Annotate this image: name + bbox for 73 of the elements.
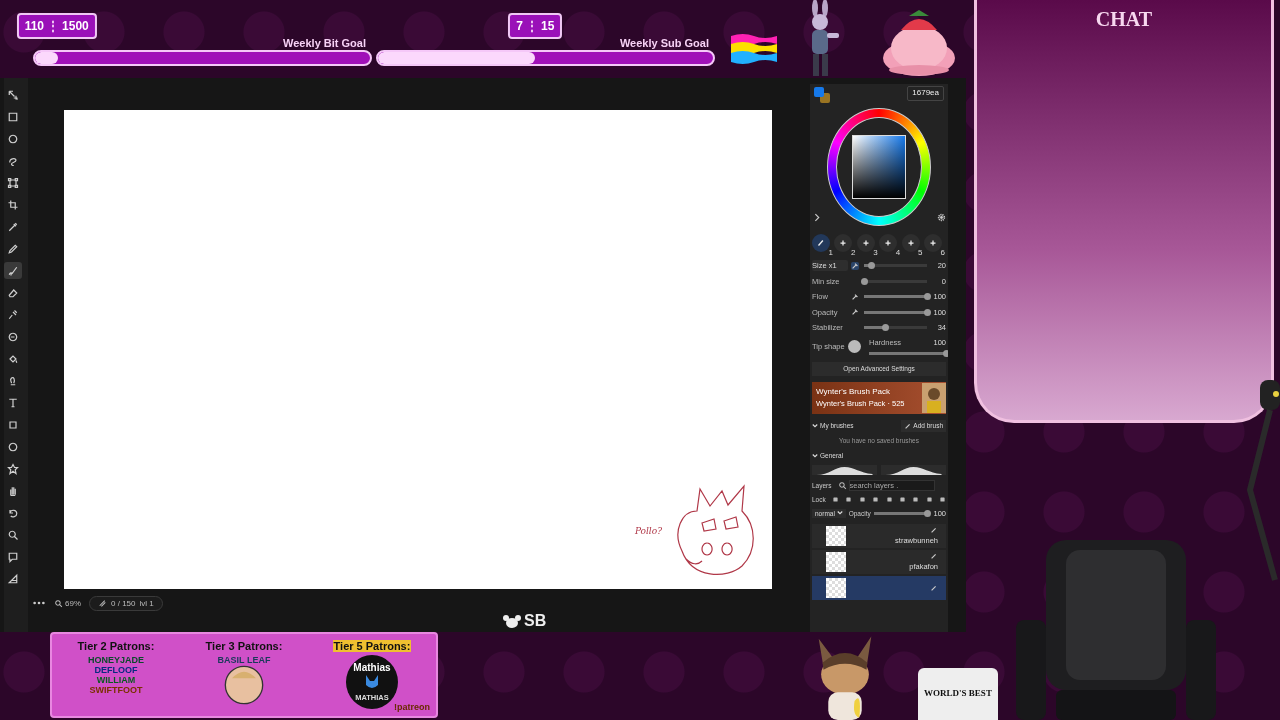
chat-title: CHAT bbox=[1095, 8, 1153, 32]
caret-icon bbox=[836, 510, 843, 516]
crop-icon bbox=[7, 198, 19, 211]
brush-stroke-preview[interactable] bbox=[881, 464, 946, 475]
search-icon bbox=[837, 481, 847, 490]
goal-counter: 110 ⋮ 1500 bbox=[16, 13, 97, 39]
pen-pressure-icon[interactable] bbox=[851, 308, 859, 317]
smudge-icon bbox=[7, 308, 19, 321]
stroke-count: 0 / 150 bbox=[111, 598, 136, 608]
level-text: lvl 1 bbox=[139, 598, 154, 608]
eraser-icon bbox=[7, 286, 19, 299]
patron-name: WILLIAM bbox=[96, 675, 136, 685]
pencil-icon bbox=[7, 242, 19, 255]
blob-icon bbox=[7, 330, 19, 343]
transform-icon bbox=[7, 176, 19, 189]
marquee-icon bbox=[7, 110, 19, 123]
search-icon bbox=[7, 528, 19, 541]
hand-icon bbox=[7, 484, 19, 497]
patron-name: SWIFTFOOT bbox=[89, 685, 143, 695]
brush-icon bbox=[930, 552, 938, 560]
chevron-right-icon[interactable] bbox=[812, 213, 821, 222]
color-swatch[interactable] bbox=[820, 93, 830, 103]
goal-label: Weekly Bit Goal bbox=[283, 37, 366, 49]
sketch-note: Pollo? bbox=[634, 526, 662, 536]
drawing-canvas[interactable]: Pollo? bbox=[64, 110, 772, 589]
brush-icon bbox=[930, 583, 938, 592]
pen-pressure-icon[interactable] bbox=[851, 292, 859, 301]
tier-title: Tier 5 Patrons: bbox=[332, 640, 412, 652]
hex-field[interactable]: 1679ea bbox=[907, 86, 944, 101]
color-swatch[interactable] bbox=[814, 87, 824, 97]
brush-icon bbox=[816, 238, 826, 248]
patreon-command: !patreon bbox=[394, 702, 430, 712]
comment-icon bbox=[7, 550, 19, 563]
layer-row[interactable] bbox=[812, 575, 946, 600]
layer-thumbnail bbox=[826, 551, 846, 572]
mug-text: WORLD'S BEST bbox=[924, 688, 992, 698]
text-icon bbox=[7, 396, 19, 409]
perspective-icon bbox=[7, 572, 19, 585]
logo-text: SB bbox=[524, 612, 547, 630]
patron-name: Mathias bbox=[353, 662, 391, 673]
slider[interactable] bbox=[864, 326, 927, 330]
patron-name: BASIL LEAF bbox=[217, 655, 271, 665]
tool-button[interactable] bbox=[4, 262, 22, 279]
brush-stroke-preview[interactable] bbox=[812, 464, 877, 475]
layer-thumbnail bbox=[826, 577, 846, 598]
promo-title: Wynter's Brush Pack bbox=[816, 387, 891, 396]
brush-icon bbox=[7, 264, 19, 277]
more-icon[interactable] bbox=[32, 600, 46, 606]
tier-title: Tier 3 Patrons: bbox=[204, 640, 284, 652]
settings-icon[interactable] bbox=[937, 213, 946, 222]
pen-pressure-icon[interactable] bbox=[851, 261, 859, 270]
patron-name: HONEYJADE bbox=[88, 655, 144, 665]
brush-icon bbox=[904, 421, 913, 430]
star-icon bbox=[7, 462, 19, 475]
avatar-icon bbox=[224, 665, 264, 705]
tip-shape-preview[interactable] bbox=[848, 340, 861, 353]
goal-label: Weekly Sub Goal bbox=[619, 37, 709, 49]
paw-icon bbox=[502, 614, 522, 628]
strokes-icon bbox=[98, 598, 107, 608]
tier-title: Tier 2 Patrons: bbox=[76, 640, 156, 652]
square-icon bbox=[7, 418, 19, 431]
stroke-counter[interactable]: 0 / 150 lvl 1 bbox=[89, 595, 163, 611]
goal-counter: 7 ⋮ 15 bbox=[508, 13, 563, 39]
color-square[interactable] bbox=[852, 135, 906, 199]
layer-thumbnail bbox=[826, 525, 846, 546]
hardness-slider[interactable] bbox=[869, 352, 946, 355]
patron-name: DEFLOOF bbox=[94, 665, 138, 675]
ellipse-select-icon bbox=[7, 132, 19, 145]
search-icon[interactable] bbox=[54, 598, 63, 608]
brush-icon bbox=[930, 526, 938, 534]
zoom-level[interactable]: 69% bbox=[65, 598, 81, 608]
flag-icon bbox=[729, 32, 779, 66]
eyedropper-icon bbox=[7, 220, 19, 233]
